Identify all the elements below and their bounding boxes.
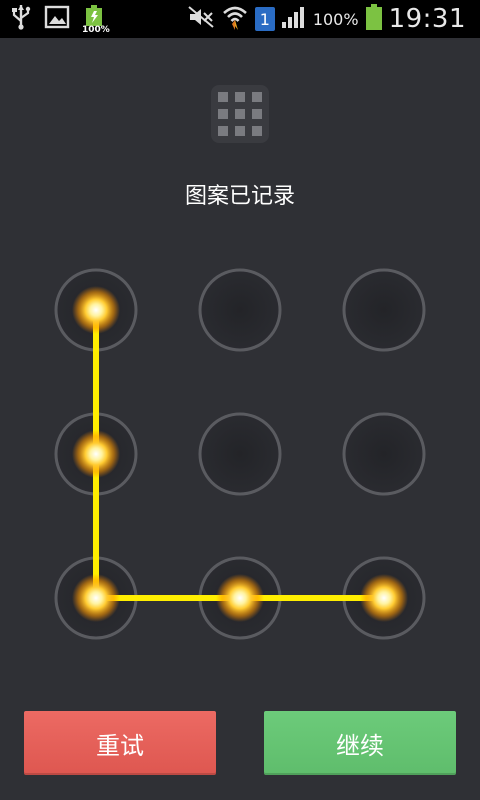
pattern-dot-3[interactable]: [342, 268, 426, 352]
pattern-dot-9-active: [360, 574, 408, 622]
pattern-dot-7-active: [72, 574, 120, 622]
pattern-dot-1-active: [72, 286, 120, 334]
pattern-dot-4-active: [72, 430, 120, 478]
pattern-dot-6[interactable]: [342, 412, 426, 496]
pattern-lock-grid[interactable]: [0, 0, 480, 800]
retry-button[interactable]: 重试: [24, 711, 216, 775]
continue-button[interactable]: 继续: [264, 711, 456, 775]
pattern-dot-2[interactable]: [198, 268, 282, 352]
pattern-dot-8-active: [216, 574, 264, 622]
pattern-dot-5[interactable]: [198, 412, 282, 496]
